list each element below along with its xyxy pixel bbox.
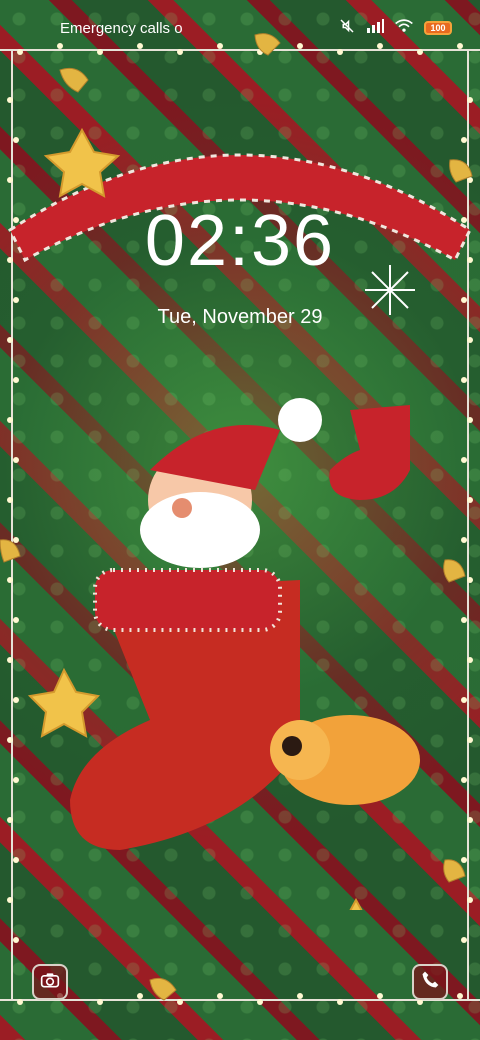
phone-icon [420, 970, 440, 995]
battery-level-text: 100 [430, 23, 446, 33]
mute-icon [338, 17, 356, 39]
status-right: 100 [338, 17, 452, 39]
wifi-icon [394, 18, 414, 38]
camera-icon [40, 971, 60, 994]
emergency-calls-text: Emergency calls o [60, 19, 183, 37]
signal-icon [366, 18, 384, 38]
battery-icon: 100 [424, 21, 452, 35]
lockscreen-time: 02:36 [144, 201, 336, 281]
status-left: Emergency calls o [60, 20, 183, 37]
phone-shortcut-button[interactable] [412, 964, 448, 1000]
status-bar: Emergency calls o 100 [0, 0, 480, 56]
lockscreen-date: Tue, November 29 [157, 306, 323, 328]
camera-shortcut-button[interactable] [32, 964, 68, 1000]
